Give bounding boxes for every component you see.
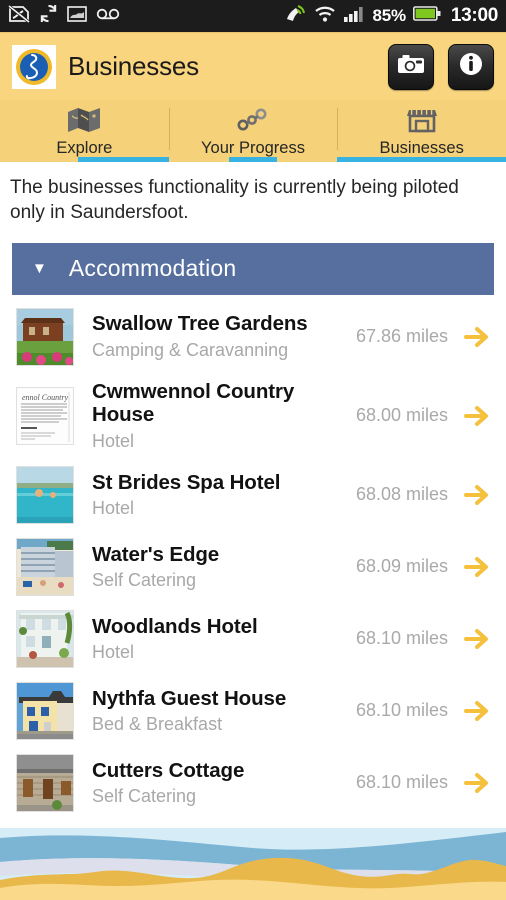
listing-distance: 68.10 miles [355,628,448,649]
info-icon [457,50,485,83]
info-button[interactable] [448,43,494,90]
screenshot-icon [67,5,87,27]
no-sim-icon [8,4,30,28]
chevron-right-icon[interactable] [462,700,492,722]
battery-icon [412,6,441,26]
map-icon [67,106,101,134]
chevron-right-icon[interactable] [462,484,492,506]
white-house-photo [16,609,74,668]
table-row[interactable]: Cutters Cottage Self Catering 68.10 mile… [0,747,506,819]
stone-cottage-photo [16,753,74,812]
signal-bars-icon [343,5,365,28]
status-bar: 85% 13:00 [0,0,506,32]
section-title: Accommodation [68,255,237,282]
clock-label: 13:00 [450,5,498,26]
section-header-accommodation[interactable]: ▼ Accommodation [12,242,494,295]
listing-distance: 68.08 miles [355,484,448,505]
lodge-photo [16,307,74,366]
tab-businesses-active-underline [337,157,506,162]
tab-your-progress-label: Your Progress [201,139,305,157]
tab-businesses-label: Businesses [379,139,464,157]
camera-button[interactable] [388,43,434,90]
header-actions [388,43,494,90]
table-row[interactable]: St Brides Spa Hotel Hotel 68.08 miles [0,459,506,531]
listing-distance: 68.10 miles [355,772,448,793]
chevron-down-icon: ▼ [32,260,47,278]
listing-text: Nythfa Guest House Bed & Breakfast [92,687,322,735]
listing-text: Cutters Cottage Self Catering [92,759,322,807]
tab-your-progress-underline [168,157,338,162]
listing-name: Swallow Tree Gardens [92,312,308,336]
camera-icon [397,53,425,80]
table-row[interactable]: Woodlands Hotel Hotel 68.10 miles [0,603,506,675]
route-icon [236,106,270,134]
listing-text: Water's Edge Self Catering [92,543,322,591]
listing-name: Woodlands Hotel [92,614,258,638]
status-bar-left-icons [8,4,120,28]
app-root: 85% 13:00 Businesses Explore Your Progre… [0,0,506,900]
tab-explore-label: Explore [56,139,113,157]
sync-icon [39,4,58,28]
gps-satellite-icon [285,4,307,29]
chevron-right-icon[interactable] [462,326,492,348]
tab-explore[interactable]: Explore [0,100,169,162]
chevron-right-icon[interactable] [462,772,492,794]
chevron-right-icon[interactable] [462,556,492,578]
listing-distance: 68.00 miles [355,405,448,426]
table-row[interactable]: ennol Country Cwmwennol Country House Ho… [0,373,506,459]
listing-text: Swallow Tree Gardens Camping & Caravanni… [92,312,322,360]
chevron-right-icon[interactable] [462,628,492,650]
pilot-notice: The businesses functionality is currentl… [10,177,459,224]
listing-name: St Brides Spa Hotel [92,470,281,494]
pool-photo [16,465,74,524]
page-title: Businesses [68,51,199,81]
chevron-right-icon[interactable] [462,405,492,427]
app-header: Businesses [0,32,506,100]
tab-your-progress[interactable]: Your Progress [168,100,338,162]
tab-businesses[interactable]: Businesses [337,100,506,162]
table-row[interactable]: Swallow Tree Gardens Camping & Caravanni… [0,301,506,373]
beach-footer-illustration [0,828,506,900]
listing-category: Bed & Breakfast [92,714,223,735]
storefront-icon [406,106,437,134]
listing-text: Cwmwennol Country House Hotel [92,380,322,452]
listing-name: Nythfa Guest House [92,686,287,710]
table-row[interactable]: Nythfa Guest House Bed & Breakfast 68.10… [0,675,506,747]
listing-name: Cutters Cottage [92,758,245,782]
voicemail-icon [96,7,120,25]
status-bar-right-icons: 85% 13:00 [285,4,498,29]
battery-percent-label: 85% [372,6,406,25]
listing-distance: 67.86 miles [355,326,448,347]
tab-explore-underline [0,157,169,162]
seafront-building-photo [16,537,74,596]
table-row[interactable]: Water's Edge Self Catering 68.09 miles [0,531,506,603]
listing-name: Water's Edge [92,542,220,566]
listing-category: Hotel [92,431,135,452]
svg-text:ennol Country: ennol Country [22,393,68,402]
listing-category: Hotel [92,642,135,663]
wales-coast-path-logo[interactable] [12,44,56,89]
listing-category: Hotel [92,498,135,519]
listing-category: Self Catering [92,786,197,807]
listing-name: Cwmwennol Country House [92,379,295,427]
guesthouse-photo [16,681,74,740]
listing-category: Self Catering [92,570,197,591]
listing-distance: 68.09 miles [355,556,448,577]
listing-distance: 68.10 miles [355,700,448,721]
listing-text: St Brides Spa Hotel Hotel [92,471,322,519]
tab-bar: Explore Your Progress Businesses [0,100,506,162]
document-photo: ennol Country [16,386,74,445]
wifi-icon [314,5,336,28]
business-list: Swallow Tree Gardens Camping & Caravanni… [0,295,506,819]
listing-category: Camping & Caravanning [92,340,289,361]
listing-text: Woodlands Hotel Hotel [92,615,322,663]
